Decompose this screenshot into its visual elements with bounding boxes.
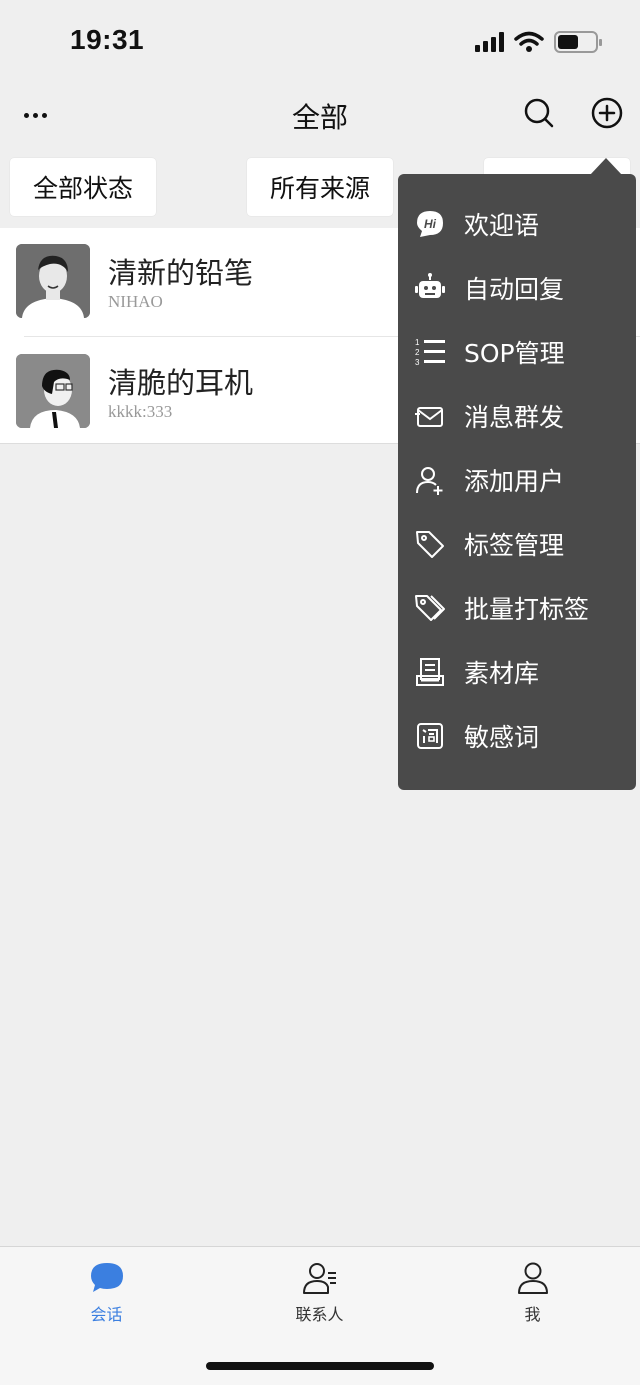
menu-item-batch-tag[interactable]: 批量打标签: [398, 576, 636, 640]
cellular-signal-icon: [475, 32, 504, 52]
menu-item-sop[interactable]: 1 2 3 SOP管理: [398, 320, 636, 384]
archive-icon: [416, 658, 444, 686]
menu-item-broadcast[interactable]: 消息群发: [398, 384, 636, 448]
word-box-icon: [417, 723, 443, 749]
chat-preview: NIHAO: [108, 292, 163, 311]
menu-item-label: 添加用户: [464, 467, 565, 496]
contacts-icon: [303, 1263, 336, 1294]
dropdown-arrow: [590, 158, 622, 175]
tags-icon: [415, 595, 445, 621]
chat-name: 清新的铅笔: [108, 256, 254, 290]
menu-item-label: 消息群发: [464, 403, 565, 432]
add-circle-icon[interactable]: [590, 96, 624, 130]
menu-item-label: SOP管理: [464, 339, 565, 368]
status-time: 19:31: [70, 24, 145, 55]
menu-item-tag-manage[interactable]: 标签管理: [398, 512, 636, 576]
chat-preview: kkkk:333: [108, 402, 173, 421]
status-icons: [475, 30, 602, 54]
menu-item-materials[interactable]: 素材库: [398, 640, 636, 704]
menu-item-label: 欢迎语: [464, 211, 540, 240]
tab-conversations[interactable]: 会话: [0, 1247, 213, 1337]
tab-label: 联系人: [295, 1305, 344, 1324]
status-filter-button[interactable]: 全部状态: [10, 158, 156, 216]
tab-me[interactable]: 我: [426, 1247, 639, 1337]
tab-label: 会话: [90, 1305, 123, 1324]
menu-item-label: 标签管理: [464, 531, 565, 560]
menu-item-label: 批量打标签: [464, 595, 590, 624]
robot-icon: [415, 273, 445, 298]
chat-name: 清脆的耳机: [108, 366, 254, 400]
hi-bubble-icon: Hi: [417, 211, 443, 237]
avatar: [16, 354, 90, 428]
menu-item-label: 自动回复: [464, 275, 565, 304]
svg-text:1: 1: [415, 338, 420, 347]
add-user-icon: [416, 467, 443, 495]
status-bar: 19:31: [0, 0, 640, 80]
add-menu-dropdown: Hi 欢迎语 自动回复 1 2 3 SOP管理 消息群发 添加用户 标签管理 批…: [398, 174, 636, 790]
envelope-icon: [415, 407, 443, 427]
chat-bubble-icon: [91, 1263, 123, 1292]
svg-text:Hi: Hi: [424, 217, 437, 231]
menu-item-welcome[interactable]: Hi 欢迎语: [398, 192, 636, 256]
tag-icon: [416, 531, 444, 558]
numbered-list-icon: 1 2 3: [415, 338, 445, 367]
menu-item-label: 敏感词: [464, 723, 540, 752]
tab-label: 我: [524, 1305, 541, 1324]
search-icon[interactable]: [522, 96, 556, 130]
source-filter-button[interactable]: 所有来源: [247, 158, 393, 216]
menu-item-sensitive-words[interactable]: 敏感词: [398, 704, 636, 768]
wifi-icon: [514, 31, 544, 52]
menu-item-auto-reply[interactable]: 自动回复: [398, 256, 636, 320]
svg-text:3: 3: [415, 358, 420, 367]
avatar: [16, 244, 90, 318]
battery-icon: [554, 31, 602, 53]
menu-item-label: 素材库: [464, 659, 540, 688]
tab-contacts[interactable]: 联系人: [213, 1247, 426, 1337]
home-indicator: [206, 1362, 434, 1370]
person-icon: [518, 1262, 548, 1294]
svg-text:2: 2: [415, 348, 420, 357]
nav-header: 全部: [0, 80, 640, 148]
menu-item-add-user[interactable]: 添加用户: [398, 448, 636, 512]
